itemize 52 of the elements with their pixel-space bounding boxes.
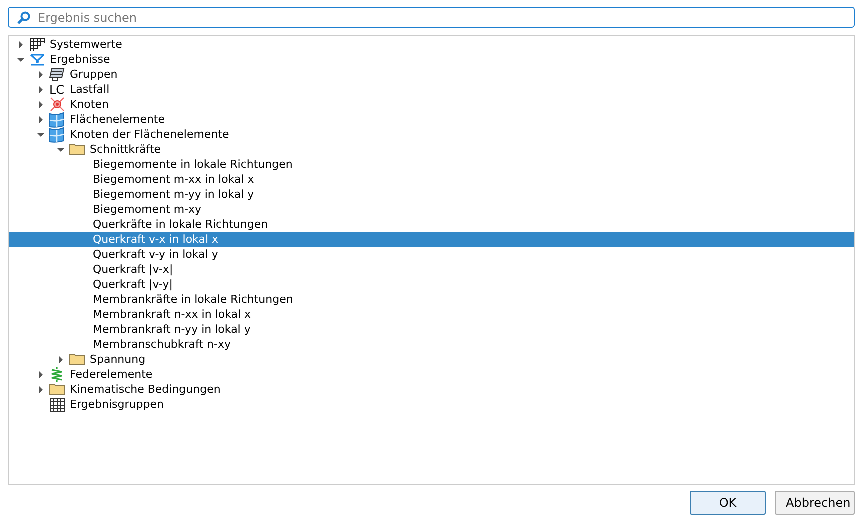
spring-icon (51, 367, 63, 382)
tree-item[interactable]: Federelemente (9, 367, 854, 382)
tree-item[interactable]: Membrankraft n-xx in lokal x (9, 307, 854, 322)
load-case-icon: LC (49, 82, 65, 96)
tree-item[interactable]: Systemwerte (9, 37, 854, 52)
tree-item[interactable]: Ergebnisgruppen (9, 397, 854, 412)
tree-item[interactable]: Querkraft v-y in lokal y (9, 247, 854, 262)
collapse-arrow-icon[interactable] (17, 56, 25, 64)
search-field[interactable]: Ergebnis suchen (8, 7, 855, 28)
tree-item[interactable]: Flächenelemente (9, 112, 854, 127)
tree-item[interactable]: Knoten der Flächenelemente (9, 127, 854, 142)
tree-item[interactable]: Biegemomente in lokale Richtungen (9, 157, 854, 172)
node-icon (50, 97, 64, 112)
tree-item[interactable]: Biegemoment m-yy in lokal y (9, 187, 854, 202)
tree-item[interactable]: Membrankraft n-yy in lokal y (9, 322, 854, 337)
tree-item[interactable]: Schnittkräfte (9, 142, 854, 157)
tree-item[interactable]: Kinematische Bedingungen (9, 382, 854, 397)
expand-arrow-icon[interactable] (37, 70, 45, 78)
tree-item[interactable]: Ergebnisse (9, 52, 854, 67)
expand-arrow-icon[interactable] (57, 356, 65, 364)
folder-icon (69, 143, 85, 156)
expand-arrow-icon[interactable] (37, 116, 45, 124)
tree-item[interactable]: LC Lastfall (9, 82, 854, 97)
tree-item[interactable]: Membranschubkraft n-xy (9, 337, 854, 352)
cancel-button[interactable]: Abbrechen (775, 491, 855, 515)
tree-item[interactable]: Querkraft |v-x| (9, 262, 854, 277)
ok-button[interactable]: OK (690, 491, 766, 515)
expand-arrow-icon[interactable] (37, 86, 45, 94)
surface-icon (49, 112, 65, 128)
tree-item[interactable]: Querkraft v-x in lokal x (9, 232, 854, 247)
tree-item[interactable]: Gruppen (9, 67, 854, 82)
table-icon (50, 398, 64, 412)
tree-item[interactable]: Membrankräfte in lokale Richtungen (9, 292, 854, 307)
tree-item[interactable]: Knoten (9, 97, 854, 112)
tree-item[interactable]: Querkräfte in lokale Richtungen (9, 217, 854, 232)
folder-icon (49, 383, 65, 396)
collapse-arrow-icon[interactable] (37, 130, 45, 138)
tree-item[interactable]: Biegemoment m-xx in lokal x (9, 172, 854, 187)
expand-arrow-icon[interactable] (17, 40, 25, 48)
results-icon (30, 54, 44, 66)
grid-icon (30, 38, 44, 52)
tree-item[interactable]: Spannung (9, 352, 854, 367)
tree-item[interactable]: Biegemoment m-xy (9, 202, 854, 217)
tree-item[interactable]: Querkraft |v-y| (9, 277, 854, 292)
expand-arrow-icon[interactable] (37, 386, 45, 394)
search-icon (17, 11, 31, 25)
surface-icon (49, 126, 65, 142)
layers-icon (49, 68, 65, 82)
expand-arrow-icon[interactable] (37, 100, 45, 108)
collapse-arrow-icon[interactable] (57, 146, 65, 154)
expand-arrow-icon[interactable] (37, 370, 45, 378)
folder-icon (69, 353, 85, 366)
